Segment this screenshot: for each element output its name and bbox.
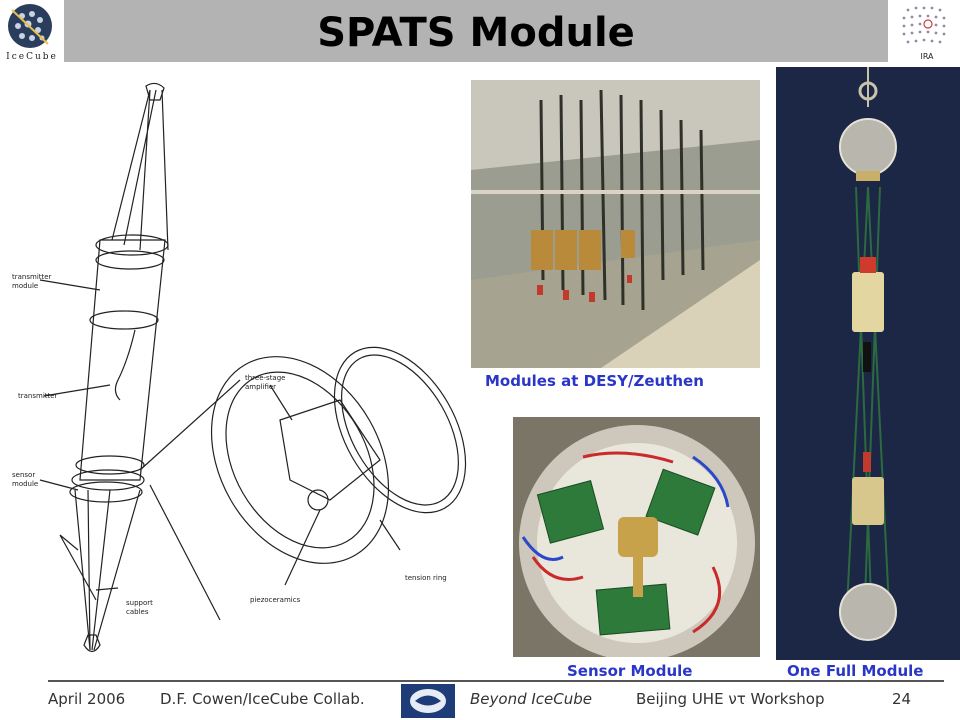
label-support-cables-1: support bbox=[126, 599, 153, 607]
label-transmitter-module-2: module bbox=[12, 282, 38, 290]
label-transmitter: transmitter bbox=[18, 392, 58, 400]
label-three-stage-amplifier-2: amplifier bbox=[245, 383, 276, 391]
ira-logo-text: IRA bbox=[920, 52, 934, 61]
label-transmitter-module-1: transmitter bbox=[12, 273, 52, 281]
icecube-logo-text: IceCube bbox=[6, 52, 58, 62]
footer-divider bbox=[48, 680, 944, 682]
label-sensor-module-1: sensor bbox=[12, 471, 35, 479]
penn-state-logo-icon bbox=[401, 684, 455, 718]
label-piezoceramics: piezoceramics bbox=[250, 596, 301, 604]
footer-author: D.F. Cowen/IceCube Collab. bbox=[160, 690, 365, 708]
page-number: 24 bbox=[892, 690, 912, 708]
footer-date: April 2006 bbox=[48, 690, 126, 708]
caption-sensor-module: Sensor Module bbox=[567, 662, 693, 680]
full-module-photo bbox=[776, 67, 960, 660]
desy-zeuthen-photo bbox=[471, 80, 760, 368]
label-sensor-module-2: module bbox=[12, 480, 38, 488]
slide-title: SPATS Module bbox=[317, 10, 635, 56]
label-tension-ring: tension ring bbox=[405, 574, 447, 582]
label-support-cables-2: cables bbox=[126, 608, 149, 616]
caption-one-full-module: One Full Module bbox=[787, 662, 924, 680]
sensor-module-photo bbox=[513, 417, 760, 657]
label-three-stage-amplifier-1: three-stage bbox=[245, 374, 285, 382]
spats-module-drawing: transmitter module transmitter sensor mo… bbox=[12, 82, 467, 653]
drawing-labels: transmitter module transmitter sensor mo… bbox=[12, 273, 447, 616]
footer-workshop: Beijing UHE ντ Workshop bbox=[636, 690, 825, 708]
caption-desy-zeuthen: Modules at DESY/Zeuthen bbox=[485, 372, 704, 390]
footer-event: Beyond IceCube bbox=[470, 690, 592, 708]
